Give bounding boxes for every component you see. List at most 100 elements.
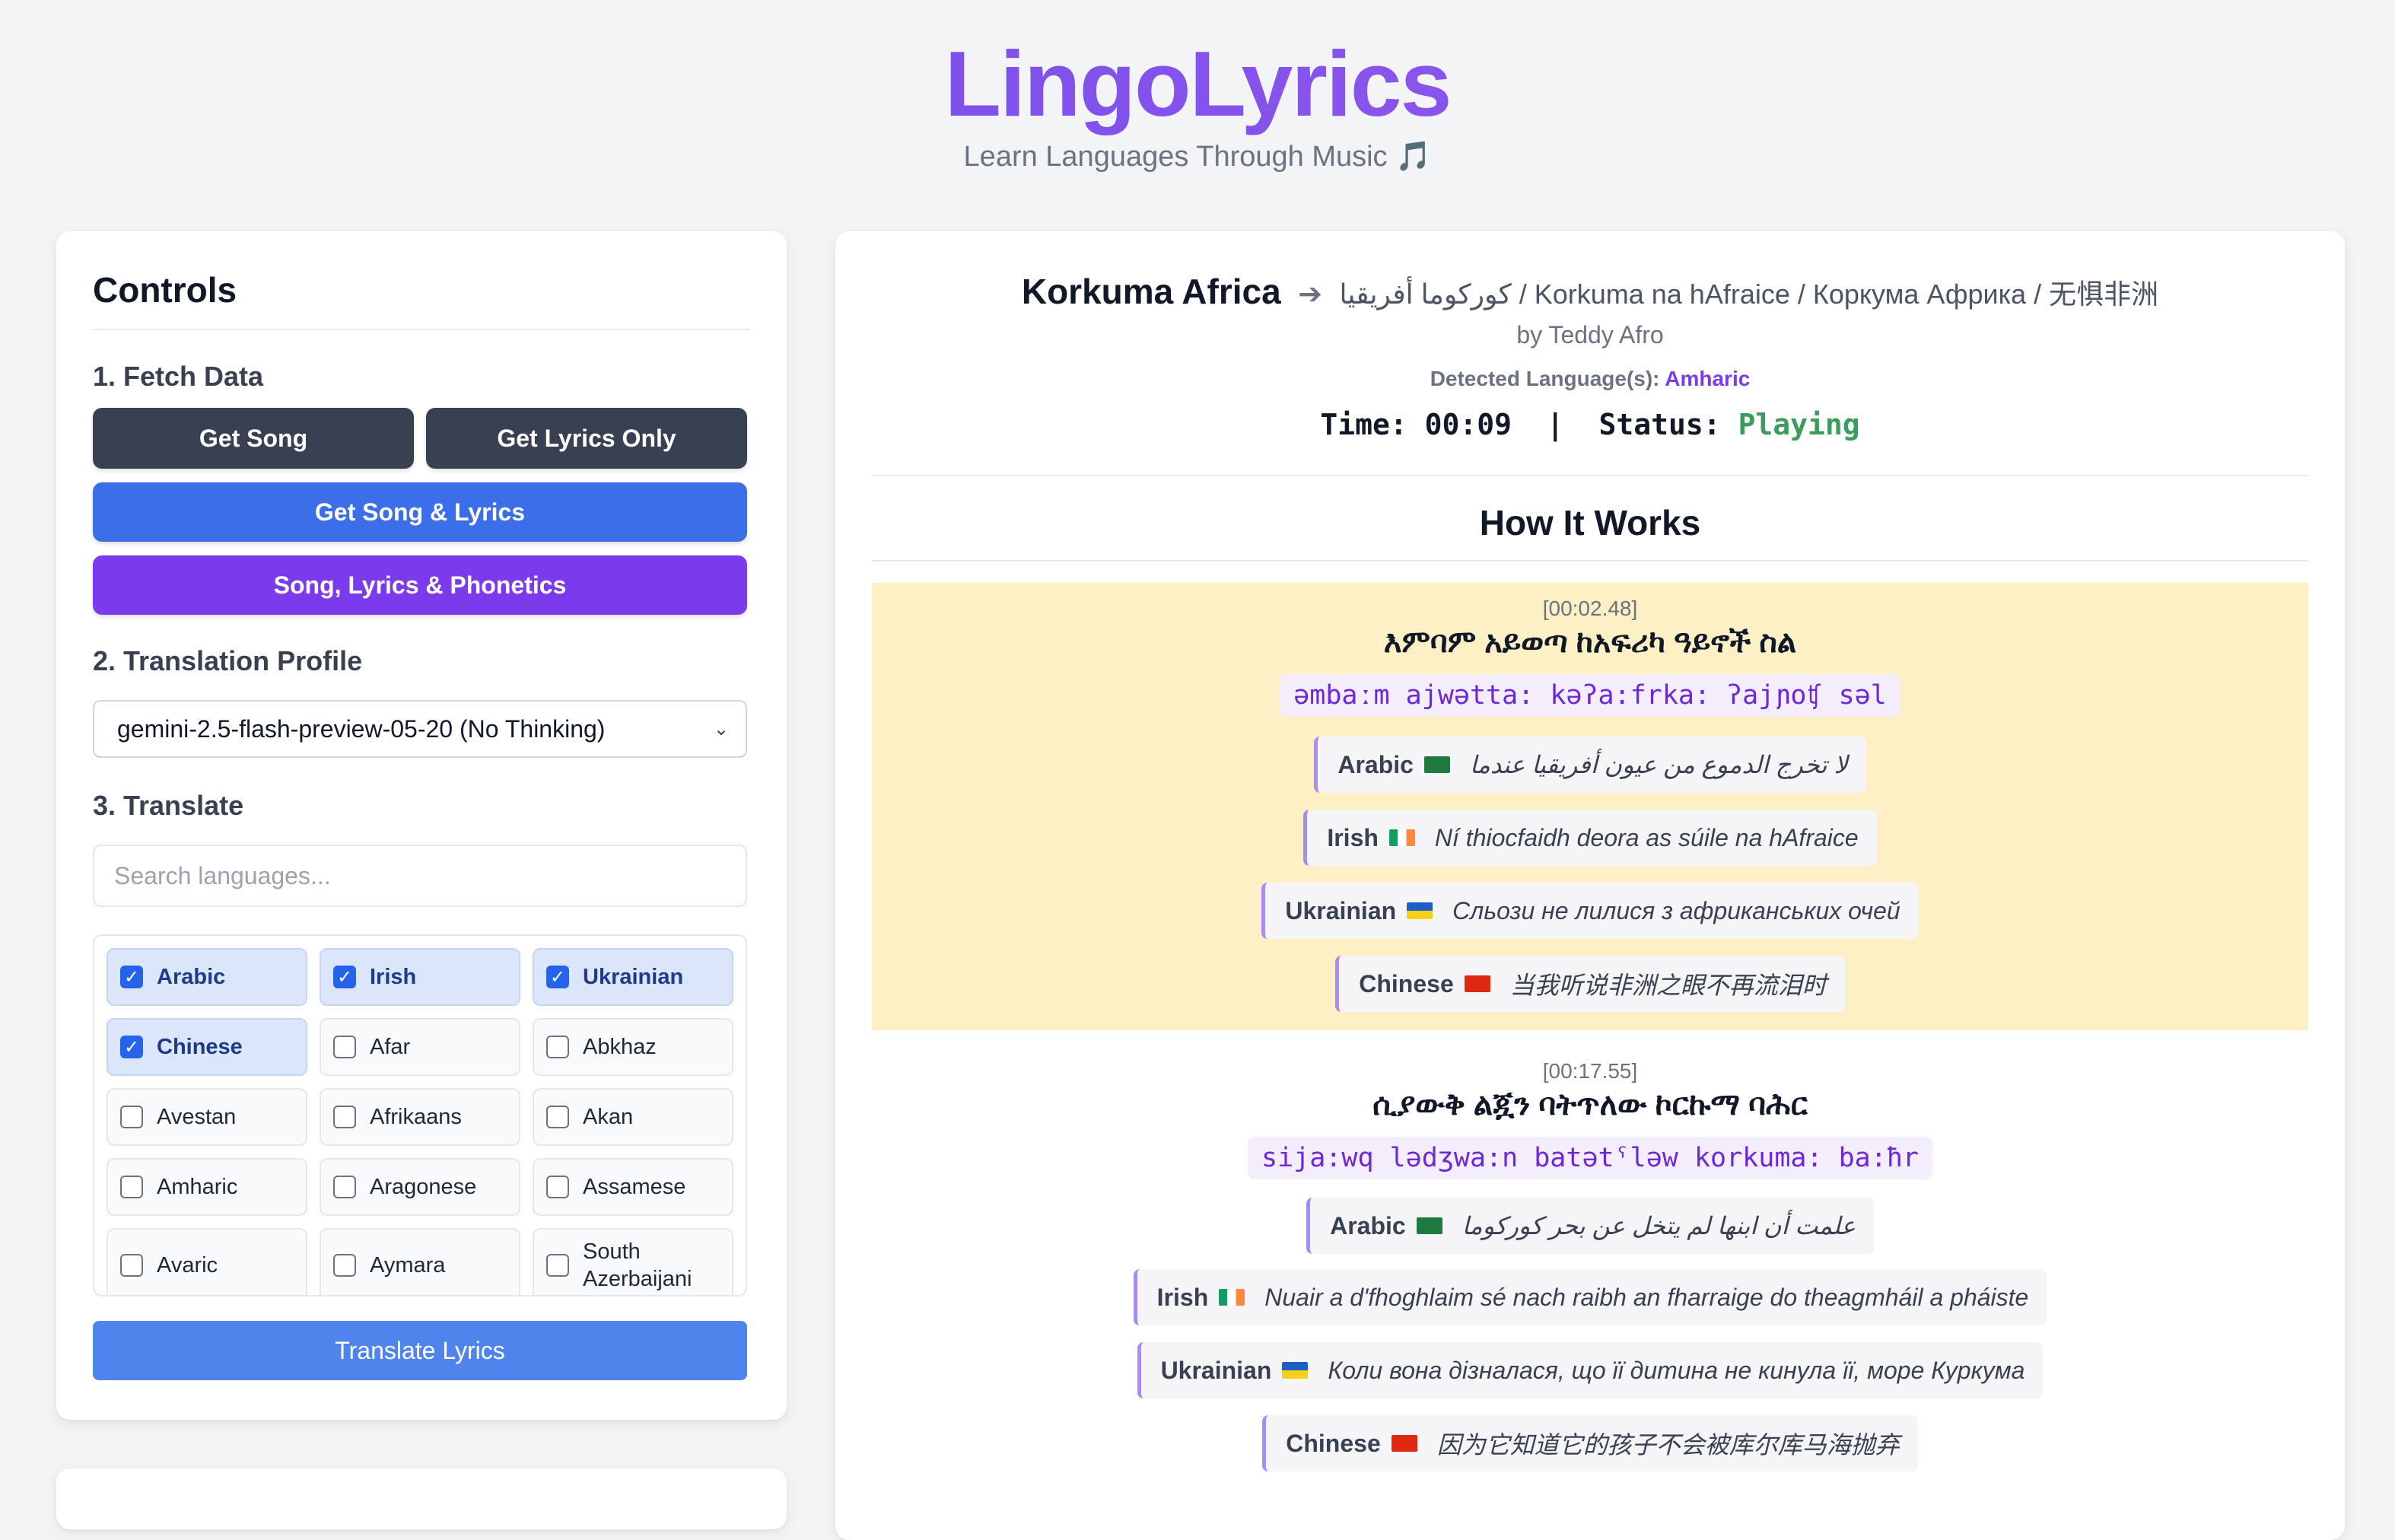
translate-lyrics-button[interactable]: Translate Lyrics: [93, 1321, 747, 1380]
translation-text: Nuair a d'fhoghlaim sé nach raibh an fha…: [1264, 1283, 2029, 1311]
status-separator: |: [1528, 408, 1582, 441]
lyric-phonetic: əmbaːm ajwətta: kəʔa:frka: ʔajɲoʧ səl: [1280, 674, 1900, 717]
checkbox-icon[interactable]: [333, 1176, 356, 1198]
arrow-right-icon: ➔: [1298, 278, 1322, 310]
translation-text: 当我听说非洲之眼不再流泪时: [1509, 972, 1827, 999]
lyric-timestamp: [00:17.55]: [1542, 1059, 1638, 1083]
artist-name: by Teddy Afro: [1516, 321, 1664, 348]
translation-chinese: Chinese 当我听说非洲之眼不再流泪时: [1335, 956, 1845, 1012]
checkbox-checked-icon[interactable]: ✓: [120, 966, 143, 988]
language-option-label: Assamese: [583, 1174, 686, 1199]
ireland-flag-icon: [1388, 829, 1415, 846]
time-label: Time:: [1320, 408, 1407, 441]
translation-text: 因为它知道它的孩子不会被库尔库马海抛弃: [1436, 1431, 1900, 1459]
checkbox-checked-icon[interactable]: ✓: [333, 966, 356, 988]
language-option-assamese[interactable]: Assamese: [533, 1158, 733, 1216]
language-option-label: Akan: [583, 1104, 634, 1129]
language-option-label: Amharic: [157, 1174, 238, 1199]
ukraine-flag-icon: [1282, 1362, 1309, 1379]
lyric-line[interactable]: [00:17.55] ሲያውቅ ልጇን ባትጥለው ኮርኩማ ባሕር sija:…: [872, 1045, 2308, 1540]
checkbox-icon[interactable]: [120, 1254, 143, 1277]
chevron-down-icon: ⌄: [713, 719, 729, 740]
lyric-original: ሲያውቅ ልጇን ባትጥለው ኮርኩማ ባሕር: [1372, 1088, 1808, 1122]
checkbox-icon[interactable]: [546, 1106, 569, 1128]
language-option-ukrainian[interactable]: ✓ Ukrainian: [533, 948, 733, 1006]
saudi-flag-icon: [1423, 756, 1450, 773]
translation-language: Chinese: [1286, 1429, 1381, 1457]
checkbox-icon[interactable]: [333, 1036, 356, 1058]
ukraine-flag-icon: [1407, 902, 1433, 919]
checkbox-icon[interactable]: [546, 1036, 569, 1058]
checkbox-icon[interactable]: [120, 1106, 143, 1128]
checkbox-icon[interactable]: [120, 1176, 143, 1198]
app-title: LingoLyrics: [0, 30, 2395, 137]
saudi-flag-icon: [1416, 1217, 1442, 1234]
china-flag-icon: [1464, 975, 1490, 992]
checkbox-checked-icon[interactable]: ✓: [546, 966, 569, 988]
language-search-input[interactable]: Search languages...: [93, 845, 747, 907]
language-checklist[interactable]: ✓ Arabic ✓ Irish ✓ Ukrainian ✓ Chinese A…: [93, 934, 747, 1297]
song-title: Korkuma Africa: [1021, 272, 1281, 311]
status-value: Playing: [1738, 408, 1860, 441]
how-it-works-title: How It Works: [1479, 503, 1701, 542]
detected-language: Detected Language(s): Amharic: [835, 367, 2345, 391]
language-option-label: Avestan: [157, 1104, 237, 1129]
language-option-avestan[interactable]: Avestan: [107, 1088, 307, 1146]
get-song-lyrics-button[interactable]: Get Song & Lyrics: [93, 482, 747, 542]
divider: [93, 329, 750, 330]
controls-title: Controls: [93, 270, 237, 310]
translation-profile-select[interactable]: gemini-2.5-flash-preview-05-20 (No Think…: [93, 700, 747, 758]
language-option-abkhaz[interactable]: Abkhaz: [533, 1018, 733, 1076]
secondary-panel: [56, 1468, 787, 1529]
playback-status: Time: 00:09 | Status: Playing: [835, 408, 2345, 441]
language-search-placeholder: Search languages...: [114, 861, 331, 889]
checkbox-icon[interactable]: [546, 1176, 569, 1198]
fetch-data-label: 1. Fetch Data: [93, 361, 264, 392]
ireland-flag-icon: [1219, 1289, 1245, 1306]
translation-language: Arabic: [1337, 750, 1414, 778]
lyric-original: እምባም አይወጣ ከአፍሪካ ዓይኖች ስል: [1383, 625, 1797, 659]
translation-ukrainian: Ukrainian Сльози не лилися з африканськи…: [1261, 883, 1919, 939]
divider: [872, 475, 2308, 476]
checkbox-icon[interactable]: [333, 1254, 356, 1277]
checkbox-icon[interactable]: [546, 1254, 569, 1277]
language-option-label: Abkhaz: [583, 1034, 657, 1059]
language-option-label: Ukrainian: [583, 964, 684, 989]
get-song-button[interactable]: Get Song: [93, 408, 414, 469]
language-option-amharic[interactable]: Amharic: [107, 1158, 307, 1216]
checkbox-checked-icon[interactable]: ✓: [120, 1036, 143, 1058]
song-header: Korkuma Africa ➔ كوركوما أفريقيا / Korku…: [835, 271, 2345, 312]
translation-irish: Irish Ní thiocfaidh deora as súile na hA…: [1303, 810, 1877, 866]
translation-chinese: Chinese 因为它知道它的孩子不会被库尔库马海抛弃: [1262, 1415, 1918, 1472]
language-option-afar[interactable]: Afar: [320, 1018, 520, 1076]
china-flag-icon: [1391, 1435, 1417, 1452]
language-option-chinese[interactable]: ✓ Chinese: [107, 1018, 307, 1076]
language-option-akan[interactable]: Akan: [533, 1088, 733, 1146]
language-option-arabic[interactable]: ✓ Arabic: [107, 948, 307, 1006]
language-option-south-azerbaijani[interactable]: South Azerbaijani: [533, 1228, 733, 1295]
translation-language: Irish: [1327, 823, 1379, 851]
translation-text: Сльози не лилися з африканських очей: [1452, 896, 1900, 924]
detected-language-value: Amharic: [1665, 367, 1751, 390]
language-option-afrikaans[interactable]: Afrikaans: [320, 1088, 520, 1146]
divider: [872, 560, 2308, 562]
translated-titles: كوركوما أفريقيا / Korkuma na hAfraice / …: [1339, 278, 2159, 310]
status-label: Status:: [1598, 408, 1721, 441]
language-option-irish[interactable]: ✓ Irish: [320, 948, 520, 1006]
lyric-timestamp: [00:02.48]: [1542, 597, 1638, 620]
translation-profile-label: 2. Translation Profile: [93, 645, 363, 676]
translation-language: Ukrainian: [1160, 1356, 1272, 1384]
controls-panel: Controls 1. Fetch Data Get Song Get Lyri…: [56, 231, 787, 1420]
get-lyrics-only-button[interactable]: Get Lyrics Only: [426, 408, 747, 469]
checkbox-icon[interactable]: [333, 1106, 356, 1128]
translation-profile-value: gemini-2.5-flash-preview-05-20 (No Think…: [117, 714, 606, 743]
language-option-aragonese[interactable]: Aragonese: [320, 1158, 520, 1216]
song-lyrics-phonetics-button[interactable]: Song, Lyrics & Phonetics: [93, 555, 747, 615]
language-option-label: Arabic: [157, 964, 226, 989]
language-option-avaric[interactable]: Avaric: [107, 1228, 307, 1295]
lyric-line-active[interactable]: [00:02.48] እምባም አይወጣ ከአፍሪካ ዓይኖች ስል əmbaː…: [872, 583, 2308, 1030]
language-option-aymara[interactable]: Aymara: [320, 1228, 520, 1295]
language-option-label: Avaric: [157, 1252, 218, 1278]
translation-text: لا تخرج الدموع من عيون أفريقيا عندما: [1469, 751, 1848, 778]
language-option-label: Afar: [370, 1034, 411, 1059]
